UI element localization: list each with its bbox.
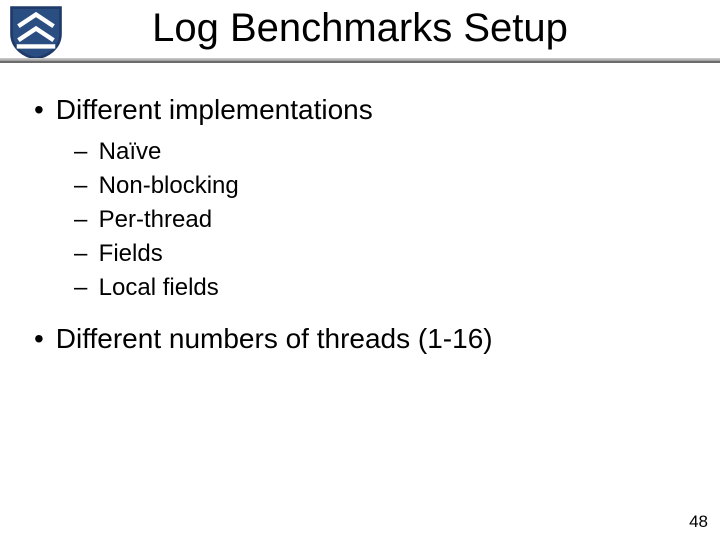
- slide-title: Log Benchmarks Setup: [0, 6, 720, 51]
- page-number: 48: [689, 512, 708, 532]
- title-underline: [0, 58, 720, 64]
- slide-body: • Different implementations – Naïve – No…: [34, 88, 686, 374]
- bullet-text: Different numbers of threads (1-16): [56, 323, 493, 354]
- bullet-dot-icon: •: [34, 321, 48, 356]
- dash-icon: –: [74, 239, 92, 269]
- dash-icon: –: [74, 205, 92, 235]
- sub-bullet-text: Local fields: [99, 274, 219, 301]
- sub-bullet-text: Naïve: [99, 138, 162, 165]
- sub-bullet-text: Non-blocking: [99, 172, 239, 199]
- sub-bullet-list: – Naïve – Non-blocking – Per-thread – Fi…: [74, 137, 686, 303]
- bullet-group: • Different implementations – Naïve – No…: [34, 92, 686, 303]
- bullet-level2: – Fields: [74, 239, 686, 269]
- bullet-level2: – Naïve: [74, 137, 686, 167]
- sub-bullet-text: Per-thread: [99, 206, 212, 233]
- bullet-level2: – Local fields: [74, 273, 686, 303]
- sub-bullet-text: Fields: [99, 240, 163, 267]
- slide: Log Benchmarks Setup • Different impleme…: [0, 0, 720, 540]
- dash-icon: –: [74, 137, 92, 167]
- bullet-text: Different implementations: [56, 94, 373, 125]
- bullet-level2: – Per-thread: [74, 205, 686, 235]
- bullet-dot-icon: •: [34, 92, 48, 127]
- bullet-level1: • Different implementations: [34, 92, 686, 127]
- bullet-level1: • Different numbers of threads (1-16): [34, 321, 686, 356]
- bullet-level2: – Non-blocking: [74, 171, 686, 201]
- bullet-group: • Different numbers of threads (1-16): [34, 321, 686, 356]
- dash-icon: –: [74, 273, 92, 303]
- dash-icon: –: [74, 171, 92, 201]
- header: Log Benchmarks Setup: [0, 0, 720, 64]
